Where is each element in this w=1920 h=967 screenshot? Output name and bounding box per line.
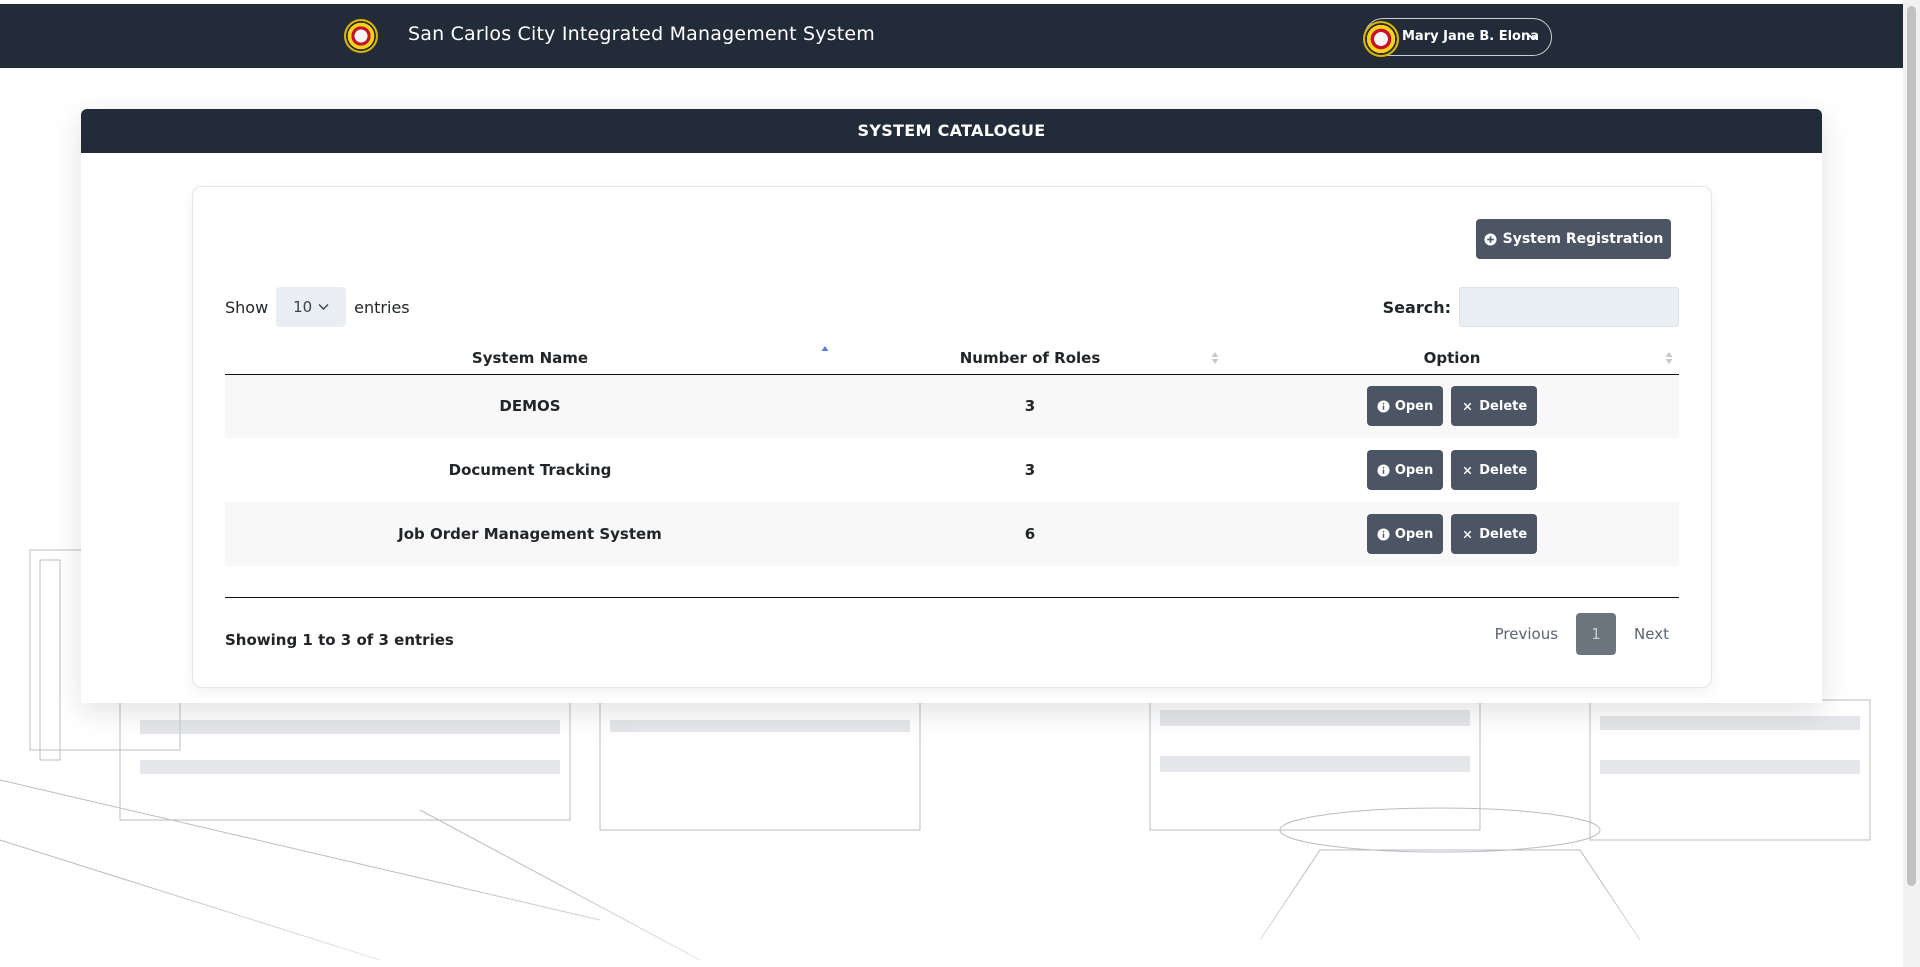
roles-count-cell: 3 <box>1024 461 1036 479</box>
delete-label: Delete <box>1479 526 1528 542</box>
page-1-button[interactable]: 1 <box>1576 613 1617 655</box>
table-header-row: System Name Number of Roles Option <box>225 342 1679 375</box>
table-row: Job Order Management System 6 Open Delet… <box>225 502 1679 566</box>
column-header-option[interactable]: Option <box>1225 342 1679 375</box>
entries-label: entries <box>354 297 410 317</box>
info-circle-icon <box>1377 400 1390 413</box>
card-title: SYSTEM CATALOGUE <box>81 109 1822 153</box>
table-bottom-border <box>225 597 1679 598</box>
table-row: Document Tracking 3 Open Delete <box>225 438 1679 502</box>
search-label: Search: <box>1382 297 1451 317</box>
column-label: Number of Roles <box>959 348 1101 367</box>
city-seal-logo <box>344 19 378 53</box>
previous-page-button[interactable]: Previous <box>1485 625 1568 643</box>
app-title: San Carlos City Integrated Management Sy… <box>408 23 876 45</box>
close-icon <box>1463 530 1472 538</box>
delete-label: Delete <box>1479 462 1528 478</box>
entries-value: 10 <box>293 298 313 316</box>
column-label: System Name <box>471 348 589 367</box>
info-circle-icon <box>1377 463 1390 477</box>
plus-circle-icon <box>1484 232 1497 246</box>
avatar <box>1363 21 1399 57</box>
close-icon <box>1463 402 1472 411</box>
table-row: DEMOS 3 Open Delete <box>225 374 1679 438</box>
roles-count-cell: 6 <box>835 502 1225 566</box>
sort-ascending-icon <box>821 346 829 351</box>
delete-button[interactable]: Delete <box>1451 386 1538 427</box>
system-catalogue-card: SYSTEM CATALOGUE System Registration Sho… <box>81 109 1822 703</box>
system-registration-button[interactable]: System Registration <box>1476 219 1671 259</box>
options-cell: Open Delete <box>1225 502 1679 566</box>
sort-both-icon <box>1211 352 1219 364</box>
search-control: Search: <box>1383 287 1679 327</box>
user-menu-button[interactable]: Mary Jane B. Elona <box>1363 18 1552 57</box>
roles-count-cell: 3 <box>835 374 1225 438</box>
user-name: Mary Jane B. Elona <box>1402 29 1539 44</box>
column-header-system-name[interactable]: System Name <box>225 342 835 375</box>
close-icon <box>1463 466 1472 474</box>
page: San Carlos City Integrated Management Sy… <box>0 0 1903 967</box>
chevron-down-icon <box>1528 34 1538 41</box>
column-header-number-of-roles[interactable]: Number of Roles <box>835 342 1225 375</box>
scrollbar-thumb[interactable] <box>1907 6 1916 886</box>
pagination: Previous 1 Next <box>1485 613 1679 655</box>
table-info: Showing 1 to 3 of 3 entries <box>225 631 454 649</box>
system-name-cell: Job Order Management System <box>225 502 835 566</box>
open-label: Open <box>1394 526 1434 542</box>
open-label: Open <box>1394 398 1434 414</box>
table-panel: System Registration Show 10 entries Sear… <box>192 186 1712 688</box>
open-label: Open <box>1394 462 1434 478</box>
delete-button[interactable]: Delete <box>1451 450 1538 490</box>
column-label: Option <box>1423 348 1481 367</box>
vertical-scrollbar[interactable] <box>1903 0 1920 967</box>
delete-button[interactable]: Delete <box>1451 514 1538 554</box>
systems-table: System Name Number of Roles Option DEMOS… <box>225 342 1679 566</box>
options-cell: Open Delete <box>1225 374 1679 438</box>
system-registration-label: System Registration <box>1502 231 1664 247</box>
entries-length-control: Show 10 entries <box>225 287 410 327</box>
open-button[interactable]: Open <box>1366 514 1444 554</box>
search-input[interactable] <box>1459 287 1679 327</box>
options-cell: Open Delete <box>1225 438 1679 502</box>
info-circle-icon <box>1377 527 1390 541</box>
open-button[interactable]: Open <box>1366 450 1444 490</box>
sort-both-icon <box>1665 352 1673 364</box>
system-name-cell: Document Tracking <box>448 461 612 479</box>
delete-label: Delete <box>1479 398 1528 414</box>
open-button[interactable]: Open <box>1366 386 1444 427</box>
show-label: Show <box>225 297 269 317</box>
chevron-down-icon <box>318 304 329 310</box>
top-navbar: San Carlos City Integrated Management Sy… <box>0 4 1903 68</box>
entries-select[interactable]: 10 <box>276 287 347 327</box>
next-page-button[interactable]: Next <box>1624 625 1679 643</box>
system-name-cell: DEMOS <box>225 374 835 438</box>
